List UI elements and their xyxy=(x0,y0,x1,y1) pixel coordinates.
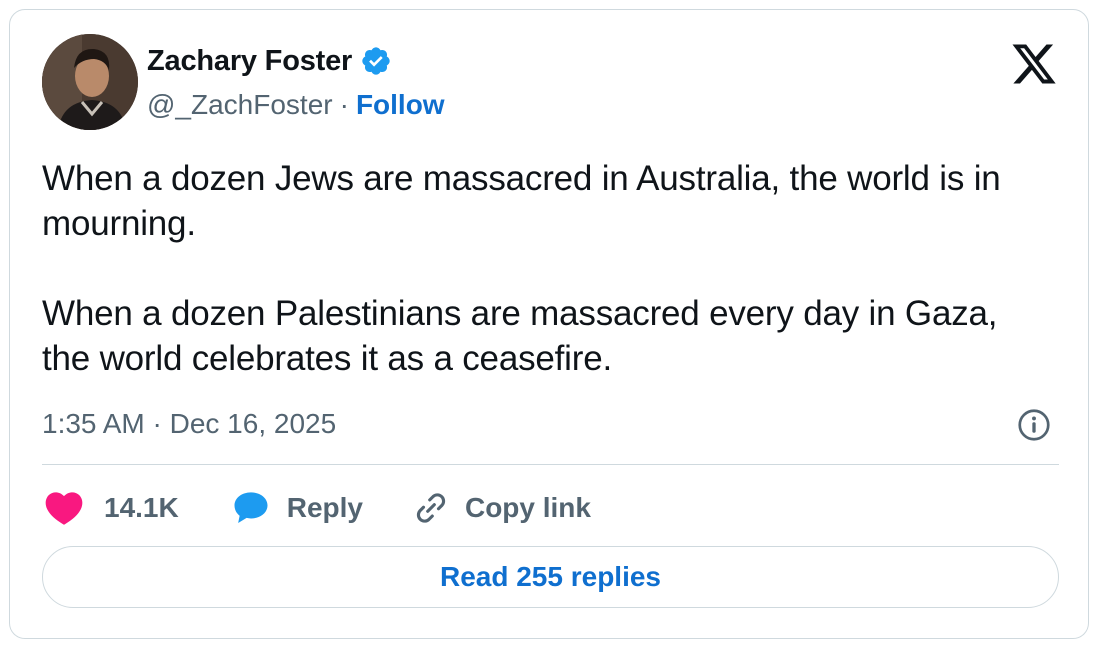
divider xyxy=(42,464,1059,465)
reply-button[interactable]: Reply xyxy=(229,486,363,530)
x-logo-icon[interactable] xyxy=(1010,40,1058,88)
author-handle[interactable]: @_ZachFoster xyxy=(147,89,333,121)
tweet-paragraph-1: When a dozen Jews are massacred in Austr… xyxy=(42,159,1001,243)
copy-link-button[interactable]: Copy link xyxy=(409,486,591,530)
author-display-name[interactable]: Zachary Foster xyxy=(147,45,352,78)
read-replies-button[interactable]: Read 255 replies xyxy=(42,546,1059,608)
info-icon[interactable] xyxy=(1016,407,1052,443)
read-replies-label: Read 255 replies xyxy=(439,561,662,592)
link-icon xyxy=(409,486,453,530)
like-count: 14.1K xyxy=(104,492,179,523)
tweet-text: When a dozen Jews are massacred in Austr… xyxy=(42,156,1052,381)
follow-button[interactable]: Follow xyxy=(356,89,445,121)
heart-icon xyxy=(42,486,86,530)
author-name-row: Zachary Foster xyxy=(147,42,392,80)
verified-badge-icon xyxy=(360,45,392,77)
tweet-paragraph-2: When a dozen Palestinians are massacred … xyxy=(42,294,998,378)
tweet-card: Zachary Foster @_ZachFoster · Follow Whe… xyxy=(9,9,1089,639)
action-bar: 14.1K Reply Copy link xyxy=(42,484,591,532)
like-button[interactable]: 14.1K xyxy=(42,486,179,530)
separator-dot: · xyxy=(339,89,349,120)
speech-bubble-icon xyxy=(229,486,273,530)
author-handle-row: @_ZachFoster · Follow xyxy=(147,87,445,123)
tweet-timestamp[interactable]: 1:35 AM · Dec 16, 2025 xyxy=(42,408,336,440)
reply-label: Reply xyxy=(286,492,363,523)
avatar[interactable] xyxy=(42,34,138,130)
copy-link-label: Copy link xyxy=(464,492,591,523)
